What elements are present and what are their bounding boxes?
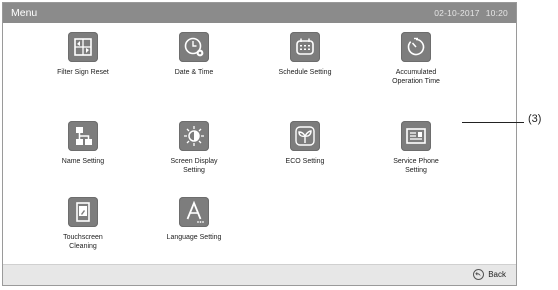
calendar-icon [290, 32, 320, 62]
timer-icon [401, 32, 431, 62]
touchscreen-icon [68, 197, 98, 227]
menu-item-label: ECO Setting [285, 158, 325, 165]
brightness-icon [179, 121, 209, 151]
contact-card-icon [401, 121, 431, 151]
menu-item-date-time[interactable]: Date & Time [142, 32, 246, 78]
menu-item-schedule-setting[interactable]: Schedule Setting [253, 32, 357, 78]
menu-item-label: Accumulated Operation Time [392, 69, 440, 85]
menu-item-label: Touchscreen Cleaning [63, 234, 103, 250]
callout-leader-line [462, 122, 524, 123]
menu-item-language-setting[interactable]: Language Setting [142, 197, 246, 243]
menu-item-filter-sign-reset[interactable]: Filter Sign Reset [31, 32, 135, 78]
menu-item-name-setting[interactable]: Name Setting [31, 121, 135, 167]
menu-item-accumulated-operation-time[interactable]: Accumulated Operation Time [364, 32, 468, 86]
menu-item-label: Schedule Setting [278, 69, 332, 76]
menu-item-label: Name Setting [61, 158, 105, 165]
language-icon [179, 197, 209, 227]
title-bar: Menu 02-10-2017 10:20 [3, 3, 516, 23]
menu-item-eco-setting[interactable]: ECO Setting [253, 121, 357, 167]
filter-reset-icon [68, 32, 98, 62]
back-button[interactable]: Back [473, 269, 506, 280]
footer-bar: Back [3, 264, 516, 285]
time-text: 10:20 [485, 8, 508, 18]
hierarchy-icon [68, 121, 98, 151]
page-title: Menu [11, 7, 38, 19]
back-label: Back [488, 270, 506, 279]
clock-gear-icon [179, 32, 209, 62]
date-text: 02-10-2017 [434, 8, 480, 18]
leaf-icon [290, 121, 320, 151]
menu-item-screen-display-setting[interactable]: Screen Display Setting [142, 121, 246, 175]
menu-item-label: Date & Time [174, 69, 214, 76]
menu-item-label: Service Phone Setting [393, 158, 439, 174]
menu-screen: Menu 02-10-2017 10:20 Filter Sign Reset D… [2, 2, 517, 286]
menu-item-touchscreen-cleaning[interactable]: Touchscreen Cleaning [31, 197, 135, 251]
menu-item-label: Filter Sign Reset [57, 69, 109, 76]
date-time-display: 02-10-2017 10:20 [434, 8, 508, 18]
menu-item-service-phone-setting[interactable]: Service Phone Setting [364, 121, 468, 175]
callout-label: (3) [528, 113, 542, 125]
back-arrow-icon [473, 269, 485, 280]
menu-item-label: Language Setting [166, 234, 222, 241]
menu-item-label: Screen Display Setting [170, 158, 218, 174]
